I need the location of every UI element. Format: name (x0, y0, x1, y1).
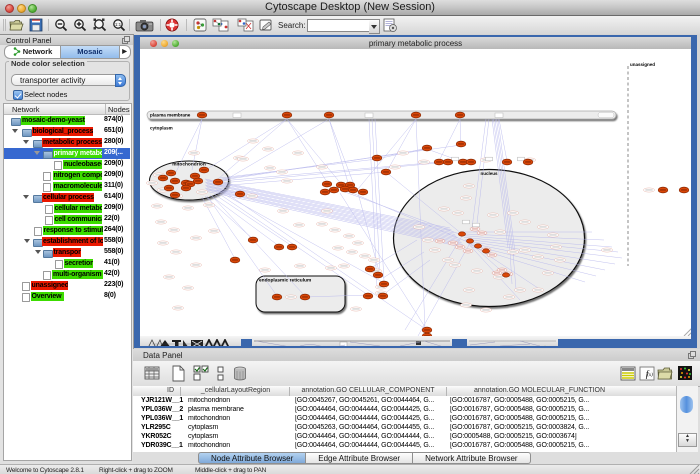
svg-text:1:1: 1:1 (115, 22, 122, 27)
svg-text:nucleus: nucleus (480, 171, 498, 176)
svg-text:cytoplasm: cytoplasm (150, 126, 173, 131)
svg-text:mitochondrion: mitochondrion (172, 162, 206, 168)
svg-text:plasma membrane: plasma membrane (150, 113, 191, 118)
svg-text:(x): (x) (647, 373, 653, 378)
svg-text:unassigned: unassigned (630, 62, 655, 67)
svg-text:endoplasmic reticulum: endoplasmic reticulum (259, 278, 311, 284)
